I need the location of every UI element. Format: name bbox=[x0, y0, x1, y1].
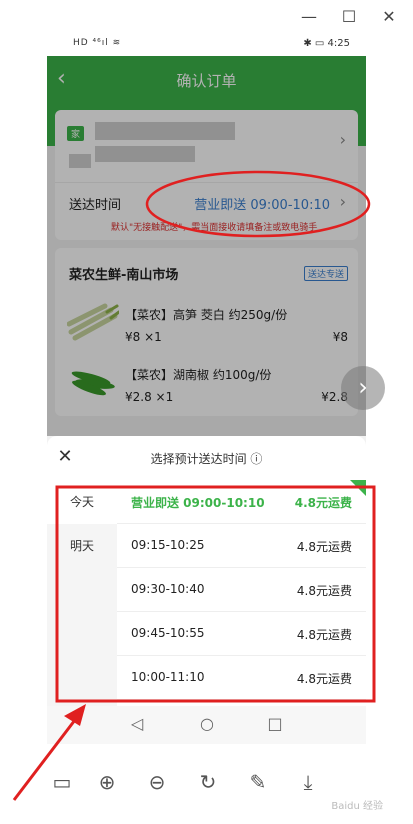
time-slot[interactable]: 09:15-10:25 4.8元运费 bbox=[117, 524, 366, 568]
slot-fee: 4.8元运费 bbox=[296, 672, 352, 686]
rotate-icon[interactable]: ↻ bbox=[196, 770, 220, 794]
day-tab-today[interactable]: 今天 bbox=[47, 480, 117, 524]
slot-fee: 4.8元运费 bbox=[296, 540, 352, 554]
battery-time: ✱ ▭ 4:25 bbox=[303, 38, 350, 49]
slot-time: 09:30-10:40 bbox=[131, 582, 205, 596]
nav-recent-icon[interactable]: □ bbox=[265, 714, 285, 733]
zoom-out-icon[interactable]: ⊖ bbox=[145, 770, 169, 794]
next-image-icon[interactable]: › bbox=[341, 366, 385, 410]
day-tab-tomorrow[interactable]: 明天 bbox=[47, 524, 117, 568]
android-nav-bar: ◁ ○ □ bbox=[47, 706, 366, 744]
phone-screen: HD ⁴⁶ıl ≋ ✱ ▭ 4:25 ‹ 确认订单 家 › 送达时间 营业即送 … bbox=[47, 34, 366, 744]
modal-backdrop[interactable] bbox=[47, 56, 366, 436]
edit-icon[interactable]: ✎ bbox=[246, 770, 270, 794]
time-slot[interactable]: 营业即送 09:00-10:10 4.8元运费 bbox=[117, 480, 366, 524]
slot-fee: 4.8元运费 bbox=[296, 628, 352, 642]
slot-time: 09:45-10:55 bbox=[131, 626, 205, 640]
time-slot[interactable]: 09:45-10:55 4.8元运费 bbox=[117, 612, 366, 656]
minimize-button[interactable]: — bbox=[300, 8, 318, 26]
slot-time: 09:15-10:25 bbox=[131, 538, 205, 552]
slot-time: 营业即送 09:00-10:10 bbox=[131, 496, 265, 510]
thumbnail-icon[interactable]: ▭ bbox=[50, 770, 74, 794]
download-icon[interactable]: ⤓ bbox=[296, 770, 320, 794]
time-slot[interactable]: 09:30-10:40 4.8元运费 bbox=[117, 568, 366, 612]
status-bar: HD ⁴⁶ıl ≋ ✱ ▭ 4:25 bbox=[47, 34, 366, 56]
zoom-in-icon[interactable]: ⊕ bbox=[95, 770, 119, 794]
nav-home-icon[interactable]: ○ bbox=[197, 714, 217, 733]
time-slot[interactable]: 10:00-11:10 4.8元运费 bbox=[117, 656, 366, 700]
delivery-time-sheet: ✕ 选择预计送达时间 ⓘ 今天 明天 营业即送 09:00-10:10 4.8元… bbox=[47, 436, 366, 706]
selected-check-icon bbox=[350, 480, 366, 496]
image-viewer: — ☐ ✕ HD ⁴⁶ıl ≋ ✱ ▭ 4:25 ‹ 确认订单 家 › 送达时间… bbox=[0, 0, 413, 824]
slot-fee: 4.8元运费 bbox=[294, 496, 352, 510]
slot-time: 10:00-11:10 bbox=[131, 670, 205, 684]
maximize-button[interactable]: ☐ bbox=[340, 8, 358, 26]
watermark: Baidu 经验 bbox=[331, 801, 383, 812]
day-column: 今天 明天 bbox=[47, 480, 117, 706]
slot-fee: 4.8元运费 bbox=[296, 584, 352, 598]
sheet-title: 选择预计送达时间 ⓘ bbox=[150, 452, 263, 466]
nav-back-icon[interactable]: ◁ bbox=[127, 714, 147, 733]
signal-icons: HD ⁴⁶ıl ≋ bbox=[73, 38, 122, 48]
close-window-button[interactable]: ✕ bbox=[380, 8, 398, 26]
